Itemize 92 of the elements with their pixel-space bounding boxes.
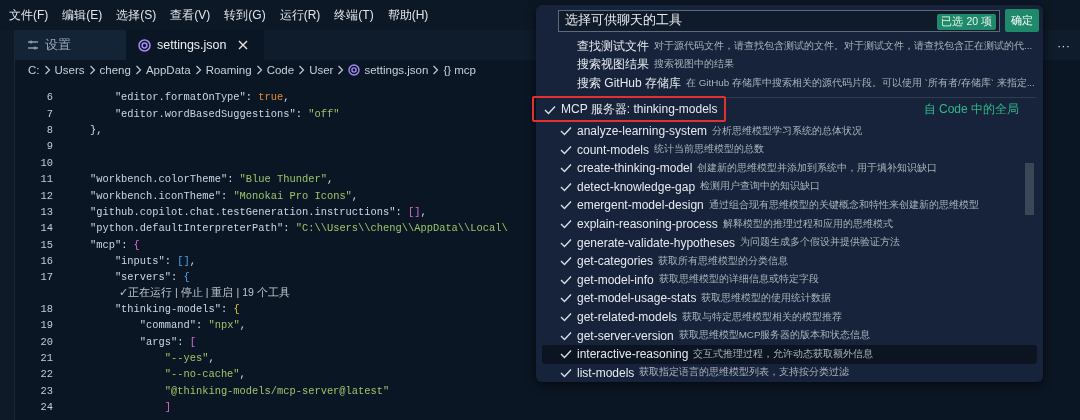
line-number: 20 bbox=[39, 335, 54, 348]
line-number: 13 bbox=[39, 205, 54, 218]
tool-list-item[interactable]: 查找测试文件 对于源代码文件，请查找包含测试的文件。对于测试文件，请查找包含正在测试的代... bbox=[542, 37, 1037, 56]
chevron-right-icon bbox=[337, 64, 345, 75]
line-number: 10 bbox=[39, 156, 54, 169]
separator-text: | bbox=[236, 286, 240, 301]
tool-list-item[interactable]: get-model-info 获取思维模型的详细信息或特定字段 bbox=[542, 270, 1037, 290]
chevron-right-icon bbox=[432, 64, 440, 75]
code-line: "thinking-models": { bbox=[113, 302, 240, 315]
menu-item[interactable]: 编辑(E) bbox=[62, 6, 103, 24]
code-line: "args": [ bbox=[138, 335, 196, 348]
breadcrumb-item[interactable]: Users bbox=[54, 63, 85, 76]
tool-list-item[interactable]: explain-reasoning-process 解释模型的推理过程和应用的思维模式 bbox=[542, 214, 1037, 234]
codelens-link[interactable]: ✓正在运行 bbox=[119, 286, 172, 301]
code-line: "editor.formatOnType": true, bbox=[113, 91, 290, 104]
code-line: "inputs": [], bbox=[113, 255, 196, 268]
sliders-icon bbox=[27, 39, 39, 51]
tool-list-item[interactable]: get-server-version 获取思维模型MCP服务器的版本和状态信息 bbox=[542, 326, 1037, 345]
line-number: 11 bbox=[39, 173, 54, 186]
code-line: ] bbox=[163, 401, 171, 414]
breadcrumb-item[interactable]: cheng bbox=[99, 63, 131, 76]
menu-item[interactable]: 查看(V) bbox=[170, 6, 211, 24]
tool-list-item[interactable]: generate-validate-hypotheses 为问题生成多个假设并提供验证方法 bbox=[542, 233, 1037, 252]
tool-list-item[interactable]: get-related-models 获取与特定思维模型相关的模型推荐 bbox=[542, 307, 1037, 327]
chevron-right-icon bbox=[298, 64, 306, 75]
line-number: 14 bbox=[39, 222, 54, 235]
editor-tab[interactable]: settings.json bbox=[126, 30, 265, 60]
codelens-link[interactable]: 重启 bbox=[211, 286, 234, 301]
line-number: 19 bbox=[39, 319, 54, 332]
code-line: "@thinking-models/mcp-server@latest" bbox=[163, 384, 390, 397]
tool-list-item[interactable]: detect-knowledge-gap 检测用户查询中的知识缺口 bbox=[542, 177, 1037, 197]
tool-list-item[interactable]: create-thinking-model 创建新的思维模型并添加到系统中，用于填补知识缺口 bbox=[542, 158, 1037, 178]
tool-list-item[interactable]: MCP 服务器: thinking-models 自 Code 中的全局 bbox=[542, 96, 1037, 122]
code-line: "--yes", bbox=[163, 352, 215, 365]
line-number: 17 bbox=[39, 271, 54, 284]
menu-item[interactable]: 转到(G) bbox=[224, 6, 266, 24]
codelens-link[interactable]: 停止 bbox=[180, 286, 203, 301]
code-line: "workbench.iconTheme": "Monokai Pro Icons", bbox=[88, 189, 359, 202]
scrollbar-thumb[interactable] bbox=[1025, 163, 1034, 215]
line-number: 12 bbox=[39, 189, 54, 202]
code-line: }, bbox=[88, 123, 103, 136]
line-number: 15 bbox=[39, 238, 54, 251]
code-line: "servers": { bbox=[113, 271, 190, 284]
tool-list-item[interactable]: analyze-learning-system 分析思维模型学习系统的总体状况 bbox=[542, 121, 1037, 141]
tool-list-item[interactable]: 搜索视图结果 搜索视图中的结果 bbox=[542, 55, 1037, 75]
tool-list-item[interactable]: emergent-model-design 通过组合现有思维模型的关键概念和特性来创建新的思维模型 bbox=[542, 196, 1037, 215]
code-line: "github.copilot.chat.testGeneration.instructions": [], bbox=[88, 205, 427, 218]
breadcrumb-item[interactable]: AppData bbox=[145, 63, 191, 76]
chevron-right-icon bbox=[255, 64, 263, 75]
chevron-right-icon bbox=[43, 64, 51, 75]
line-number: 23 bbox=[39, 384, 54, 397]
tool-list-item[interactable]: interactive-reasoning 交互式推理过程，允许动态获取额外信息 bbox=[542, 344, 1037, 364]
code-line: "command": "npx", bbox=[138, 319, 246, 332]
line-number: 6 bbox=[45, 91, 54, 104]
separator-text: | bbox=[205, 286, 209, 301]
code-line: "--no-cache", bbox=[163, 368, 246, 381]
line-number: 9 bbox=[45, 140, 54, 153]
tool-list-item[interactable]: list-models 获取指定语言的思维模型列表，支持按分类过滤 bbox=[542, 363, 1037, 382]
editor-tab[interactable]: 设置 bbox=[15, 30, 126, 60]
tool-list-item[interactable]: 搜索 GitHub 存储库 在 GitHub 存储库中搜索相关的源代码片段。可以使用 `所有者/存储库` 来指定... bbox=[542, 74, 1037, 93]
menu-item[interactable]: 终端(T) bbox=[334, 6, 374, 24]
line-number: 22 bbox=[39, 368, 54, 381]
breadcrumb-item[interactable]: User bbox=[309, 63, 334, 76]
breadcrumb-item[interactable]: {} mcp bbox=[443, 63, 476, 76]
line-number: 21 bbox=[39, 352, 54, 365]
tool-list-item[interactable]: get-model-usage-stats 获取思维模型的使用统计数据 bbox=[542, 289, 1037, 308]
chevron-right-icon bbox=[134, 64, 142, 75]
chevron-right-icon bbox=[194, 64, 202, 75]
tool-list-item[interactable]: count-models 统计当前思维模型的总数 bbox=[542, 140, 1037, 159]
menu-item[interactable]: 选择(S) bbox=[116, 6, 157, 24]
more-actions-button[interactable]: ··· bbox=[1057, 37, 1070, 53]
chevron-right-icon bbox=[88, 64, 96, 75]
line-number: 16 bbox=[39, 255, 54, 268]
code-line: "workbench.colorTheme": "Blue Thunder", bbox=[88, 173, 334, 186]
separator-text: | bbox=[175, 286, 178, 301]
breadcrumb-item[interactable]: Code bbox=[266, 63, 295, 76]
line-number: 18 bbox=[39, 302, 54, 315]
code-line: "mcp": { bbox=[88, 238, 140, 251]
line-number: 8 bbox=[45, 123, 54, 136]
line-number: 24 bbox=[39, 401, 54, 414]
breadcrumb-item[interactable]: C: bbox=[28, 63, 40, 76]
menu-item[interactable]: 运行(R) bbox=[279, 6, 321, 24]
menu-item[interactable]: 帮助(H) bbox=[387, 6, 429, 24]
line-number: 7 bbox=[45, 107, 54, 120]
breadcrumb-item[interactable]: Roaming bbox=[205, 63, 252, 76]
breadcrumb-item[interactable]: settings.json bbox=[364, 63, 429, 76]
tool-list-item[interactable]: get-categories 获取所有思维模型的分类信息 bbox=[542, 251, 1037, 271]
code-line: "editor.wordBasedSuggestions": "off" bbox=[113, 107, 340, 120]
menu-item[interactable]: 文件(F) bbox=[9, 6, 49, 24]
code-line: "python.defaultInterpreterPath": "C:\\Users\\cheng\\AppData\\Local\ bbox=[88, 222, 508, 235]
codelens-link[interactable]: 19 个工具 bbox=[242, 286, 290, 301]
ok-button[interactable]: 确定 bbox=[1005, 9, 1039, 32]
